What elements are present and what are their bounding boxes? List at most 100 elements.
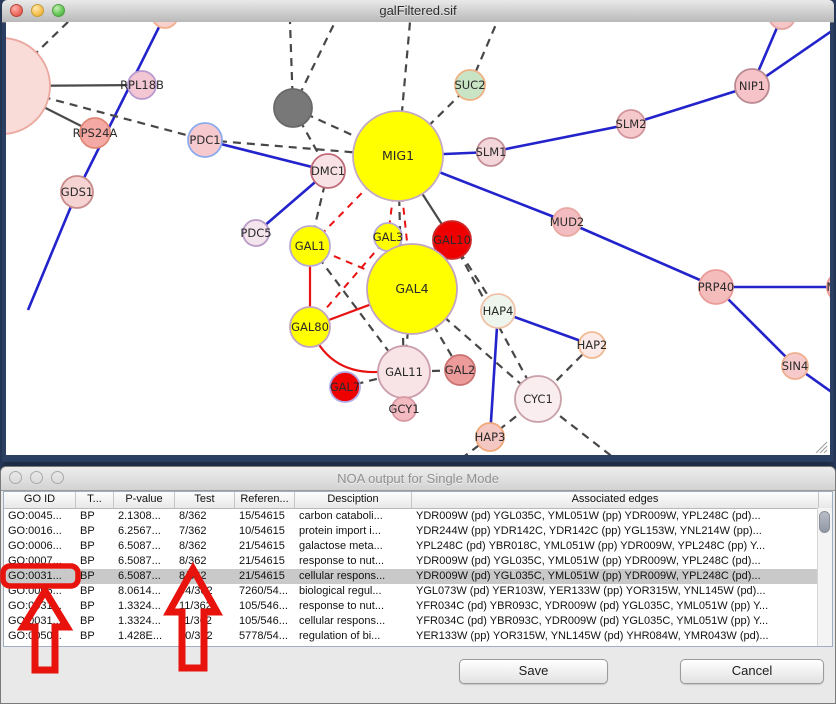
table-cell: BP <box>76 584 114 599</box>
node-label-PDC5: PDC5 <box>240 226 271 240</box>
network-graph: RPL18B RPS24A GDS1 PDC1 MIG1 DMC1 SUC2 SLM1 SLM2… <box>6 22 830 455</box>
table-cell: GO:0031... <box>4 614 76 629</box>
table-cell: 5778/54... <box>235 629 295 644</box>
table-cell: 15/54615 <box>235 509 295 524</box>
node-label-SLM1: SLM1 <box>476 145 507 159</box>
table-cell: 8/362 <box>175 539 235 554</box>
table-cell: YFR034C (pd) YBR093C, YDR009W (pd) YGL03… <box>412 599 819 614</box>
column-header-test[interactable]: Test <box>175 492 235 508</box>
table-cell: YPL248C (pd) YBR018C, YML051W (pp) YDR00… <box>412 539 819 554</box>
node-label-GAL2: GAL2 <box>445 363 476 377</box>
noa-window-title: NOA output for Single Mode <box>1 471 835 486</box>
table-cell: biological regul... <box>295 584 412 599</box>
edge-blue <box>491 124 631 152</box>
network-window-title: galFiltered.sif <box>2 3 834 18</box>
table-cell: protein import i... <box>295 524 412 539</box>
table-cell: 2.1308... <box>114 509 175 524</box>
network-window: galFiltered.sif RPL18B RPS24A GDS1 PDC1 MIG1… <box>2 0 834 462</box>
node-label-GAL7: GAL7 <box>330 380 361 394</box>
table-cell: 11/362 <box>175 614 235 629</box>
table-row[interactable]: GO:0016...BP6.2567...7/36210/54615protei… <box>4 524 832 539</box>
table-cell: BP <box>76 554 114 569</box>
table-cell: GO:0065... <box>4 584 76 599</box>
node-graynode[interactable] <box>274 89 312 127</box>
network-canvas[interactable]: RPL18B RPS24A GDS1 PDC1 MIG1 DMC1 SUC2 SLM1 SLM2… <box>6 22 830 455</box>
table-row[interactable]: GO:0045...BP2.1308...8/36215/54615carbon… <box>4 509 832 524</box>
table-cell: BP <box>76 524 114 539</box>
edge-blue <box>77 22 165 192</box>
node-label-PDC1: PDC1 <box>189 133 220 147</box>
table-cell: GO:0016... <box>4 524 76 539</box>
table-cell: 6.5087... <box>114 554 175 569</box>
node-label-HAP3: HAP3 <box>475 430 506 444</box>
node-label-MSL1: MSL1 <box>827 280 830 294</box>
table-cell: cellular respons... <box>295 569 412 584</box>
table-cell: 1.3324... <box>114 599 175 614</box>
node-label-MUD2: MUD2 <box>550 215 585 229</box>
resize-grip-icon[interactable] <box>814 441 828 453</box>
edge-blue <box>567 222 716 287</box>
table-cell: 1.428E... <box>114 629 175 644</box>
table-cell: galactose meta... <box>295 539 412 554</box>
table-cell: regulation of bi... <box>295 629 412 644</box>
vertical-scrollbar[interactable] <box>817 508 832 646</box>
node-topnode1[interactable] <box>152 22 178 28</box>
table-cell: GO:0050... <box>4 629 76 644</box>
table-row[interactable]: GO:0031...BP6.5087...8/36221/54615cellul… <box>4 569 832 584</box>
table-cell: YDR009W (pd) YGL035C, YML051W (pp) YDR00… <box>412 509 819 524</box>
table-cell: 6.5087... <box>114 539 175 554</box>
table-cell: 8/362 <box>175 569 235 584</box>
button-row: Save Cancel <box>1 659 835 685</box>
table-cell: 94/362 <box>175 584 235 599</box>
node-label-MIG1: MIG1 <box>382 148 414 163</box>
table-cell: 8/362 <box>175 509 235 524</box>
scrollbar-thumb[interactable] <box>819 511 830 533</box>
table-cell: carbon cataboli... <box>295 509 412 524</box>
cancel-button[interactable]: Cancel <box>680 659 824 684</box>
table-cell: GO:0031... <box>4 569 76 584</box>
table-cell: BP <box>76 599 114 614</box>
table-cell: 10/54615 <box>235 524 295 539</box>
table-row[interactable]: GO:0031...BP1.3324...11/362105/546...cel… <box>4 614 832 629</box>
network-window-titlebar[interactable]: galFiltered.sif <box>2 0 834 23</box>
table-cell: response to nut... <box>295 599 412 614</box>
node-label-GCY1: GCY1 <box>388 402 419 416</box>
table-cell: 11/362 <box>175 599 235 614</box>
table-cell: BP <box>76 539 114 554</box>
table-row[interactable]: GO:0050...BP1.428E...80/3625778/54...reg… <box>4 629 832 644</box>
edge-blue <box>28 192 77 310</box>
column-header-desciption[interactable]: Desciption <box>295 492 412 508</box>
table-row[interactable]: GO:0065...BP8.0614...94/3627260/54...bio… <box>4 584 832 599</box>
table-cell: cellular respons... <box>295 614 412 629</box>
node-label-GAL1: GAL1 <box>295 239 326 253</box>
column-header-go-id[interactable]: GO ID <box>4 492 76 508</box>
node-label-RPL18B: RPL18B <box>120 78 164 92</box>
column-header-p-value[interactable]: P-value <box>114 492 175 508</box>
table-cell: GO:0006... <box>4 539 76 554</box>
table-cell: 80/362 <box>175 629 235 644</box>
results-table: GO IDT...P-valueTestReferen...Desciption… <box>3 491 833 647</box>
noa-window-titlebar[interactable]: NOA output for Single Mode <box>1 467 835 491</box>
table-row[interactable]: GO:0007...BP6.5087...8/36221/54615respon… <box>4 554 832 569</box>
table-row[interactable]: GO:0031...BP1.3324...11/362105/546...res… <box>4 599 832 614</box>
node-label-SLM2: SLM2 <box>616 117 647 131</box>
column-header-associated-edges[interactable]: Associated edges <box>412 492 819 508</box>
node-bignode[interactable] <box>6 38 50 134</box>
save-button[interactable]: Save <box>459 659 608 684</box>
node-label-GDS1: GDS1 <box>61 185 93 199</box>
node-label-GAL10: GAL10 <box>433 233 471 247</box>
column-header-referen[interactable]: Referen... <box>235 492 295 508</box>
column-header-t[interactable]: T... <box>76 492 114 508</box>
table-cell: GO:0045... <box>4 509 76 524</box>
table-header-row: GO IDT...P-valueTestReferen...Desciption… <box>4 492 832 509</box>
node-topnode2[interactable] <box>769 22 795 29</box>
table-cell: 1.3324... <box>114 614 175 629</box>
node-label-RPS24A: RPS24A <box>73 126 118 140</box>
node-label-DMC1: DMC1 <box>311 164 345 178</box>
table-row[interactable]: GO:0006...BP6.5087...8/36221/54615galact… <box>4 539 832 554</box>
node-label-SUC2: SUC2 <box>454 78 485 92</box>
node-label-GAL4: GAL4 <box>395 281 428 296</box>
table-cell: YFR034C (pd) YBR093C, YDR009W (pd) YGL03… <box>412 614 819 629</box>
node-label-HAP2: HAP2 <box>577 338 608 352</box>
table-cell: 105/546... <box>235 614 295 629</box>
